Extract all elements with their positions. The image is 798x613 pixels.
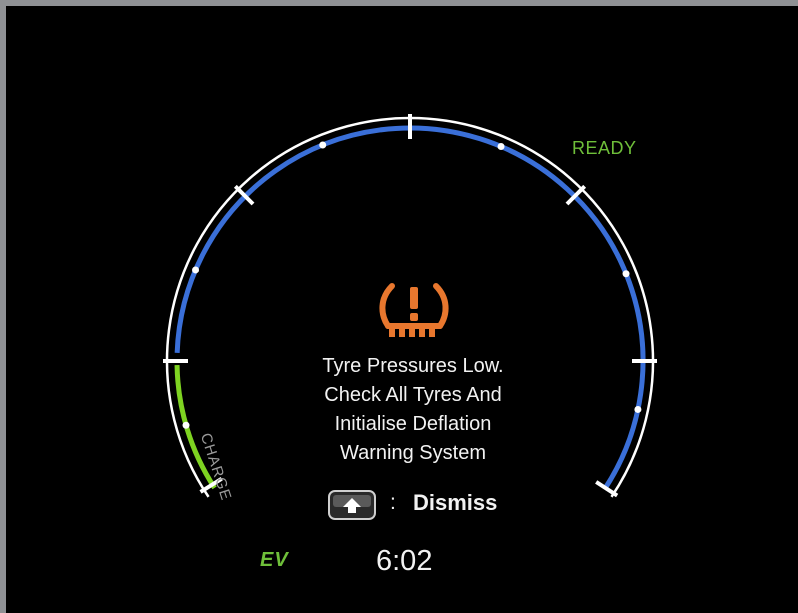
minor-tick	[497, 143, 505, 151]
ready-indicator: READY	[572, 138, 637, 158]
dismiss-separator: :	[390, 491, 396, 514]
minor-tick	[634, 405, 642, 413]
clock: 6:02	[376, 545, 433, 577]
warning-line: Warning System	[340, 442, 486, 464]
warning-line: Tyre Pressures Low.	[322, 355, 504, 377]
ev-mode-indicator: EV	[260, 549, 289, 571]
instrument-display: READY CHARGE Tyre Pressures Low. Check A…	[6, 6, 798, 613]
warning-line: Initialise Deflation	[334, 413, 492, 435]
tire-pressure-warning-icon	[379, 283, 449, 337]
minor-tick	[182, 421, 190, 429]
minor-tick	[319, 141, 327, 149]
minor-tick	[192, 266, 200, 274]
minor-tick	[622, 270, 630, 278]
steering-button-icon[interactable]	[328, 490, 376, 520]
warning-message: Tyre Pressures Low. Check All Tyres And …	[256, 352, 570, 468]
warning-line: Check All Tyres And	[324, 384, 502, 406]
dismiss-label[interactable]: Dismiss	[413, 490, 497, 516]
